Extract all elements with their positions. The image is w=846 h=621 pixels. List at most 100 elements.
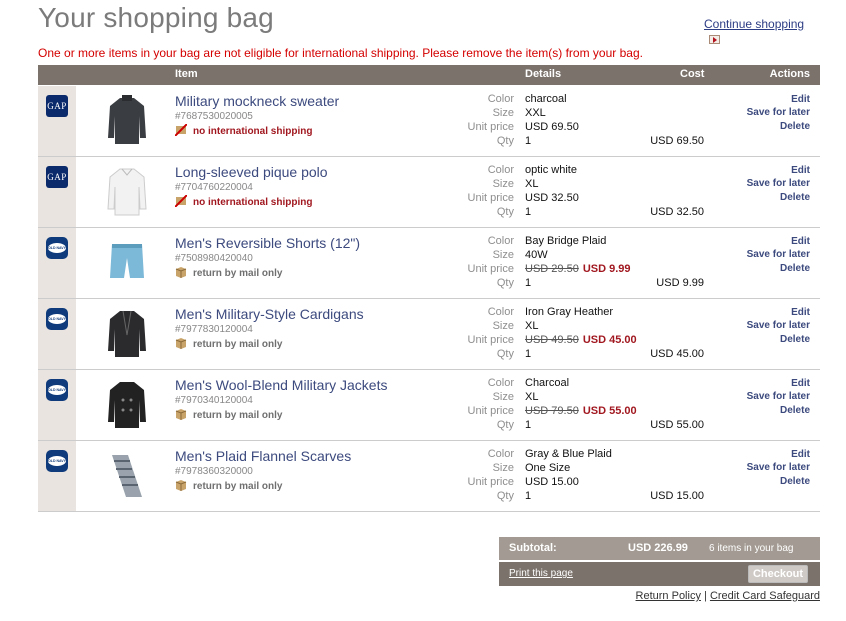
- size-value: XL: [525, 391, 539, 403]
- continue-shopping-link[interactable]: Continue shopping: [704, 17, 804, 31]
- size-label: Size: [492, 107, 514, 119]
- size-value: XL: [525, 178, 539, 190]
- unit-price-label: Unit price: [467, 476, 514, 488]
- edit-link[interactable]: Edit: [791, 449, 810, 460]
- size-value: 40W: [525, 249, 548, 261]
- delete-link[interactable]: Delete: [780, 263, 810, 274]
- return-policy-link[interactable]: Return Policy: [636, 590, 701, 602]
- product-image[interactable]: [106, 92, 148, 148]
- save-for-later-link[interactable]: Save for later: [747, 462, 810, 473]
- item-sku: #7977830120004: [175, 324, 253, 335]
- edit-link[interactable]: Edit: [791, 94, 810, 105]
- qty-value: 1: [525, 419, 532, 431]
- arrow-right-icon[interactable]: [709, 35, 720, 44]
- header-cost: Cost: [680, 68, 705, 80]
- save-for-later-link[interactable]: Save for later: [747, 320, 810, 331]
- unit-price: USD 49.50 USD 45.00: [525, 334, 637, 346]
- save-for-later-link[interactable]: Save for later: [747, 107, 810, 118]
- unit-price-label: Unit price: [467, 192, 514, 204]
- color-value: Gray & Blue Plaid: [525, 448, 612, 460]
- original-price: USD 29.50: [525, 263, 579, 275]
- item-name-link[interactable]: Men's Plaid Flannel Scarves: [175, 448, 351, 464]
- shipping-note: return by mail only: [175, 408, 282, 421]
- item-sku: #7978360320000: [175, 466, 253, 477]
- checkout-bar: Print this page Checkout: [499, 562, 820, 586]
- delete-link[interactable]: Delete: [780, 192, 810, 203]
- table-row: OLD NAVY Men's Plaid Flannel Scarves #79…: [38, 441, 820, 512]
- international-shipping-warning: One or more items in your bag are not el…: [38, 46, 643, 60]
- shipping-note: return by mail only: [175, 337, 282, 350]
- qty-value: 1: [525, 135, 532, 147]
- size-value: XL: [525, 320, 539, 332]
- item-name-link[interactable]: Long-sleeved pique polo: [175, 164, 328, 180]
- qty-value: 1: [525, 277, 532, 289]
- table-row: OLD NAVY Men's Reversible Shorts (12") #…: [38, 228, 820, 299]
- color-label: Color: [487, 306, 514, 318]
- product-image[interactable]: [106, 376, 148, 432]
- brand-column: GAP: [38, 157, 76, 227]
- item-name-link[interactable]: Men's Military-Style Cardigans: [175, 306, 364, 322]
- shipping-note: return by mail only: [175, 479, 282, 492]
- size-value: XXL: [525, 107, 546, 119]
- footer-links: Return Policy | Credit Card Safeguard: [636, 590, 820, 602]
- unit-price: USD 69.50: [525, 121, 579, 133]
- package-icon: [175, 338, 187, 349]
- item-cost: USD 32.50: [650, 206, 704, 218]
- save-for-later-link[interactable]: Save for later: [747, 178, 810, 189]
- unit-price: USD 29.50 USD 9.99: [525, 263, 631, 275]
- delete-link[interactable]: Delete: [780, 476, 810, 487]
- size-label: Size: [492, 178, 514, 190]
- item-cost: USD 15.00: [650, 490, 704, 502]
- subtotal-bar: Subtotal: USD 226.99 6 items in your bag: [499, 537, 820, 560]
- delete-link[interactable]: Delete: [780, 405, 810, 416]
- gap-logo: GAP: [46, 166, 68, 188]
- brand-column: GAP: [38, 86, 76, 156]
- checkout-button[interactable]: Checkout: [748, 565, 808, 583]
- product-image[interactable]: [106, 234, 148, 290]
- item-cost: USD 45.00: [650, 348, 704, 360]
- sale-price: USD 9.99: [582, 263, 631, 275]
- print-page-link[interactable]: Print this page: [509, 568, 573, 579]
- item-name-link[interactable]: Military mockneck sweater: [175, 93, 339, 109]
- save-for-later-link[interactable]: Save for later: [747, 249, 810, 260]
- qty-label: Qty: [496, 490, 514, 502]
- sale-price: USD 55.00: [582, 405, 637, 417]
- edit-link[interactable]: Edit: [791, 165, 810, 176]
- qty-value: 1: [525, 490, 532, 502]
- subtotal-label: Subtotal:: [509, 542, 557, 554]
- brand-column: OLD NAVY: [38, 370, 76, 440]
- color-label: Color: [487, 448, 514, 460]
- size-label: Size: [492, 249, 514, 261]
- product-image[interactable]: [106, 305, 148, 361]
- shipping-note: no international shipping: [175, 195, 312, 208]
- gap-logo: GAP: [46, 95, 68, 117]
- unit-price-value: USD 15.00: [525, 476, 579, 488]
- save-for-later-link[interactable]: Save for later: [747, 391, 810, 402]
- credit-card-safeguard-link[interactable]: Credit Card Safeguard: [710, 590, 820, 602]
- unit-price: USD 79.50 USD 55.00: [525, 405, 637, 417]
- qty-label: Qty: [496, 277, 514, 289]
- edit-link[interactable]: Edit: [791, 236, 810, 247]
- item-count: 6 items in your bag: [709, 543, 794, 554]
- color-label: Color: [487, 93, 514, 105]
- table-header: Item Details Cost Actions: [38, 65, 820, 85]
- item-sku: #7704760220004: [175, 182, 253, 193]
- qty-value: 1: [525, 348, 532, 360]
- table-row: OLD NAVY Men's Military-Style Cardigans …: [38, 299, 820, 370]
- old-navy-logo: OLD NAVY: [46, 237, 68, 259]
- product-image[interactable]: [106, 447, 148, 503]
- size-value: One Size: [525, 462, 571, 474]
- no-shipping-icon: [175, 195, 187, 207]
- delete-link[interactable]: Delete: [780, 334, 810, 345]
- size-label: Size: [492, 391, 514, 403]
- edit-link[interactable]: Edit: [791, 378, 810, 389]
- color-value: optic white: [525, 164, 577, 176]
- unit-price-label: Unit price: [467, 263, 514, 275]
- delete-link[interactable]: Delete: [780, 121, 810, 132]
- item-name-link[interactable]: Men's Wool-Blend Military Jackets: [175, 377, 387, 393]
- edit-link[interactable]: Edit: [791, 307, 810, 318]
- product-image[interactable]: [106, 163, 148, 219]
- item-name-link[interactable]: Men's Reversible Shorts (12"): [175, 235, 360, 251]
- unit-price: USD 15.00: [525, 476, 579, 488]
- shipping-note: no international shipping: [175, 124, 312, 137]
